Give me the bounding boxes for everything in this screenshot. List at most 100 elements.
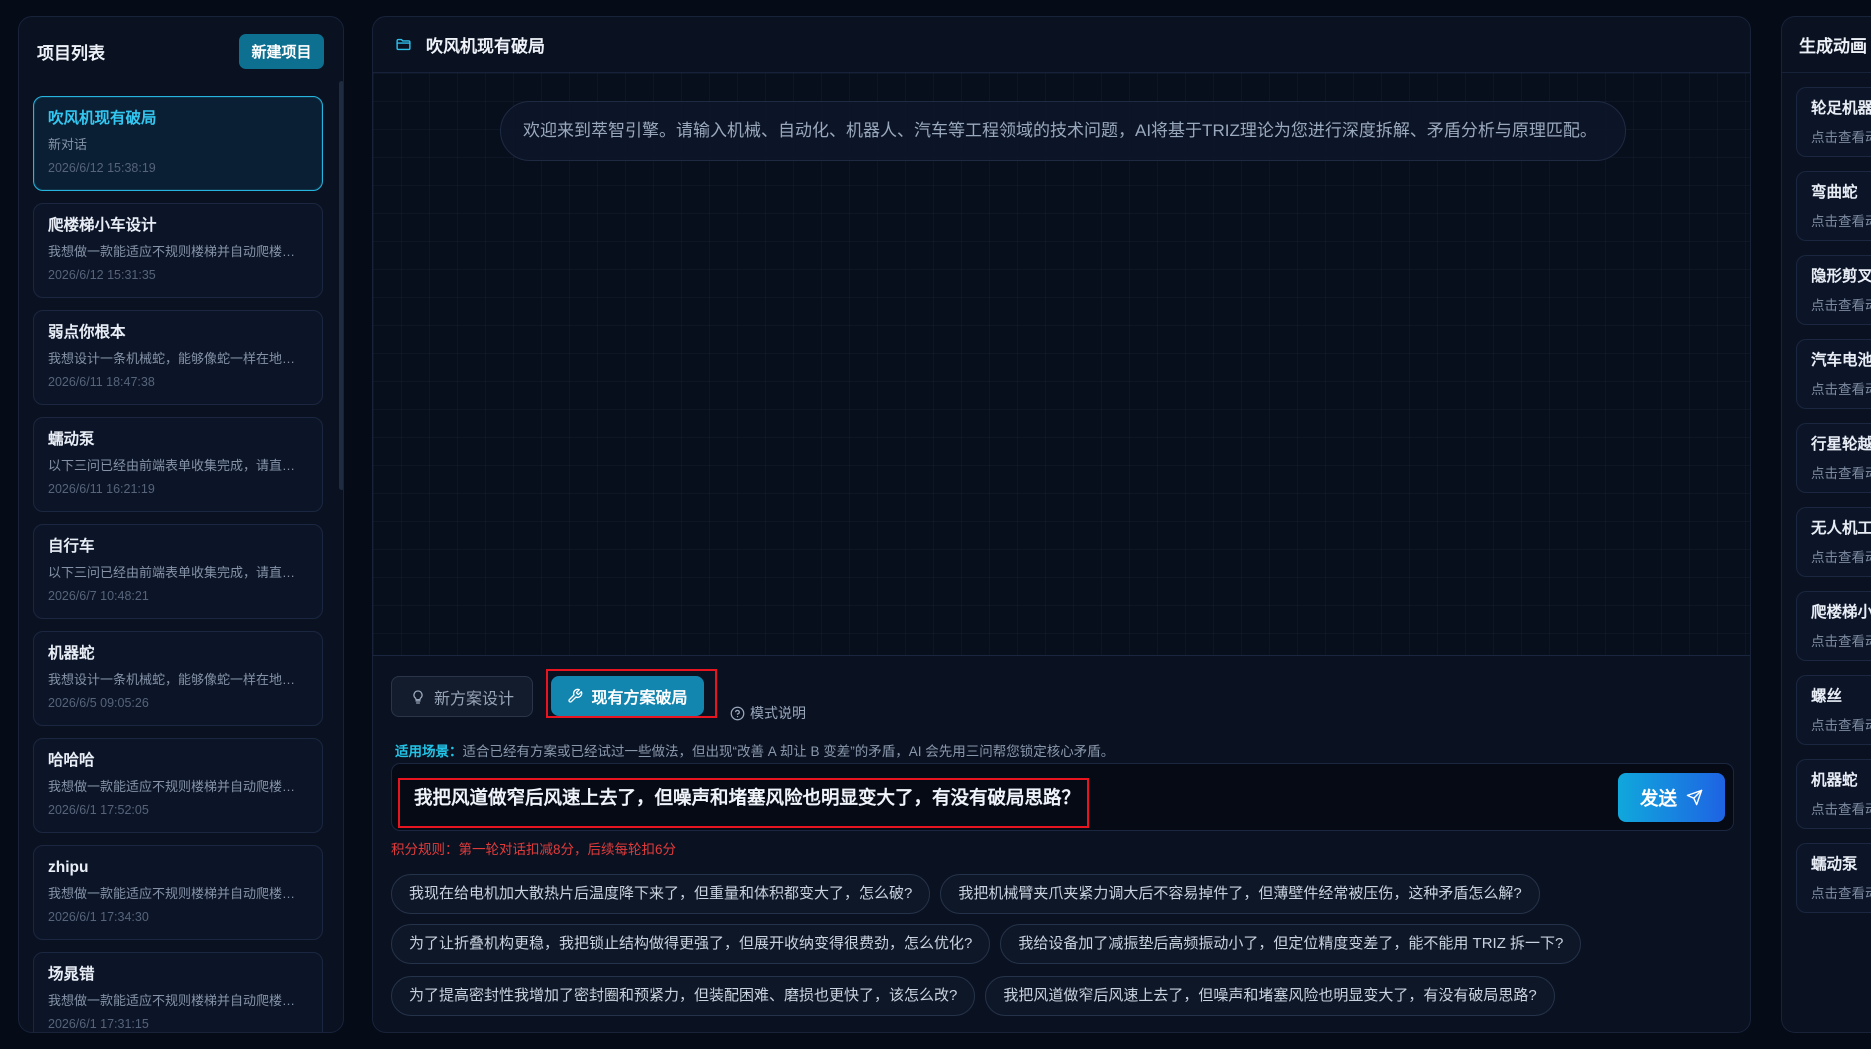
- project-title: zhipu: [48, 859, 89, 876]
- project-preview: 以下三问已经由前端表单收集完成，请直…: [48, 458, 296, 473]
- animation-item[interactable]: 螺丝点击查看动: [1796, 675, 1871, 745]
- scene-text: 适合已经有方案或已经试过一些做法，但出现“改善 A 却让 B 变差”的矛盾，AI…: [462, 744, 1115, 759]
- project-list-panel: 项目列表 新建项目 吹风机现有破局 新对话 2026/6/12 15:38:19…: [18, 16, 344, 1033]
- animation-item[interactable]: 机器蛇点击查看动: [1796, 759, 1871, 829]
- mode-help-link[interactable]: 模式说明: [730, 703, 806, 723]
- project-item[interactable]: 场晁错 我想做一款能适应不规则楼梯并自动爬楼… 2026/6/1 17:31:1…: [33, 952, 323, 1032]
- animation-hint: 点击查看动: [1811, 298, 1871, 313]
- project-item[interactable]: 吹风机现有破局 新对话 2026/6/12 15:38:19: [33, 96, 323, 191]
- conversation-panel: 吹风机现有破局 欢迎来到萃智引擎。请输入机械、自动化、机器人、汽车等工程领域的技…: [372, 16, 1751, 1033]
- message-input[interactable]: [414, 782, 1594, 812]
- project-preview: 我想做一款能适应不规则楼梯并自动爬楼…: [48, 993, 296, 1008]
- mode-label: 现有方案破局: [591, 690, 688, 707]
- send-label: 发送: [1639, 787, 1677, 809]
- animation-hint: 点击查看动: [1811, 634, 1871, 649]
- mode-label: 新方案设计: [433, 690, 514, 708]
- project-preview: 我想设计一条机械蛇，能够像蛇一样在地…: [48, 351, 296, 366]
- animation-hint: 点击查看动: [1811, 382, 1871, 397]
- project-title: 蠕动泵: [48, 431, 95, 448]
- animation-title: 汽车电池: [1811, 352, 1871, 369]
- animation-item[interactable]: 爬楼梯小点击查看动: [1796, 591, 1871, 661]
- chat-area[interactable]: 欢迎来到萃智引擎。请输入机械、自动化、机器人、汽车等工程领域的技术问题，AI将基…: [373, 73, 1750, 656]
- animation-item[interactable]: 无人机工点击查看动: [1796, 507, 1871, 577]
- animation-hint: 点击查看动: [1811, 718, 1871, 733]
- project-preview: 我想做一款能适应不规则楼梯并自动爬楼…: [48, 244, 296, 259]
- animation-hint: 点击查看动: [1811, 214, 1871, 229]
- animation-title: 弯曲蛇: [1811, 184, 1858, 201]
- scene-description: 适用场景：适合已经有方案或已经试过一些做法，但出现“改善 A 却让 B 变差”的…: [395, 743, 1114, 761]
- project-preview: 以下三问已经由前端表单收集完成，请直…: [48, 565, 296, 580]
- mode-existing-breakthrough-button[interactable]: 现有方案破局: [551, 676, 704, 716]
- folder-icon: [395, 36, 412, 53]
- animation-title: 蠕动泵: [1811, 856, 1858, 873]
- animation-item[interactable]: 轮足机器点击查看动: [1796, 87, 1871, 157]
- animations-title: 生成动画: [1782, 17, 1871, 73]
- suggestion-row: 为了提高密封性我增加了密封圈和预紧力，但装配困难、磨损也更快了，该怎么改? 我把…: [391, 976, 1555, 1016]
- project-title: 吹风机现有破局: [48, 110, 157, 127]
- project-title: 场晁错: [48, 966, 95, 983]
- animations-panel: 生成动画 轮足机器点击查看动 弯曲蛇点击查看动 隐形剪叉点击查看动 汽车电池点击…: [1781, 16, 1871, 1033]
- animation-item[interactable]: 汽车电池点击查看动: [1796, 339, 1871, 409]
- project-title: 自行车: [48, 538, 95, 555]
- project-date: 2026/6/7 10:48:21: [48, 589, 149, 603]
- project-list: 吹风机现有破局 新对话 2026/6/12 15:38:19 爬楼梯小车设计 我…: [33, 96, 323, 1032]
- animation-item[interactable]: 行星轮越点击查看动: [1796, 423, 1871, 493]
- project-item[interactable]: 蠕动泵 以下三问已经由前端表单收集完成，请直… 2026/6/11 16:21:…: [33, 417, 323, 512]
- animation-title: 无人机工: [1811, 520, 1871, 537]
- send-button[interactable]: 发送: [1618, 773, 1725, 822]
- animation-hint: 点击查看动: [1811, 550, 1871, 565]
- question-circle-icon: [730, 706, 745, 721]
- project-item[interactable]: 弱点你根本 我想设计一条机械蛇，能够像蛇一样在地… 2026/6/11 18:4…: [33, 310, 323, 405]
- suggestion-row: 我现在给电机加大散热片后温度降下来了，但重量和体积都变大了，怎么破? 我把机械臂…: [391, 874, 1540, 914]
- project-item[interactable]: zhipu 我想做一款能适应不规则楼梯并自动爬楼… 2026/6/1 17:34…: [33, 845, 323, 940]
- animation-item[interactable]: 蠕动泵点击查看动: [1796, 843, 1871, 913]
- project-list-scrollbar[interactable]: [339, 81, 343, 490]
- project-date: 2026/6/12 15:38:19: [48, 161, 156, 175]
- welcome-message: 欢迎来到萃智引擎。请输入机械、自动化、机器人、汽车等工程领域的技术问题，AI将基…: [500, 101, 1626, 161]
- suggestion-chip[interactable]: 我把机械臂夹爪夹紧力调大后不容易掉件了，但薄壁件经常被压伤，这种矛盾怎么解?: [940, 874, 1540, 914]
- project-title: 弱点你根本: [48, 324, 126, 341]
- points-rule: 积分规则：第一轮对话扣减8分，后续每轮扣6分: [391, 842, 677, 857]
- animation-item[interactable]: 弯曲蛇点击查看动: [1796, 171, 1871, 241]
- conversation-title: 吹风机现有破局: [426, 37, 545, 56]
- mode-help-label: 模式说明: [750, 705, 806, 721]
- project-date: 2026/6/1 17:52:05: [48, 803, 149, 817]
- conversation-header: 吹风机现有破局: [373, 17, 1750, 73]
- project-date: 2026/6/1 17:34:30: [48, 910, 149, 924]
- project-date: 2026/6/11 16:21:19: [48, 482, 155, 496]
- project-preview: 我想做一款能适应不规则楼梯并自动爬楼…: [48, 779, 296, 794]
- scene-label: 适用场景：: [395, 744, 463, 759]
- animation-hint: 点击查看动: [1811, 886, 1871, 901]
- suggestion-chip[interactable]: 为了让折叠机构更稳，我把锁止结构做得更强了，但展开收纳变得很费劲，怎么优化?: [391, 924, 991, 964]
- project-date: 2026/6/11 18:47:38: [48, 375, 155, 389]
- suggestion-chip[interactable]: 我给设备加了减振垫后高频振动小了，但定位精度变差了，能不能用 TRIZ 拆一下?: [1000, 924, 1582, 964]
- project-date: 2026/6/12 15:31:35: [48, 268, 156, 282]
- project-item[interactable]: 自行车 以下三问已经由前端表单收集完成，请直… 2026/6/7 10:48:2…: [33, 524, 323, 619]
- project-date: 2026/6/1 17:31:15: [48, 1017, 149, 1031]
- project-preview: 我想做一款能适应不规则楼梯并自动爬楼…: [48, 886, 296, 901]
- project-item[interactable]: 哈哈哈 我想做一款能适应不规则楼梯并自动爬楼… 2026/6/1 17:52:0…: [33, 738, 323, 833]
- project-preview: 我想设计一条机械蛇，能够像蛇一样在地…: [48, 672, 296, 687]
- suggestion-row: 为了让折叠机构更稳，我把锁止结构做得更强了，但展开收纳变得很费劲，怎么优化? 我…: [391, 924, 1582, 964]
- animation-title: 轮足机器: [1811, 100, 1871, 117]
- new-project-button[interactable]: 新建项目: [239, 33, 324, 69]
- animation-title: 爬楼梯小: [1811, 604, 1871, 621]
- suggestion-chip[interactable]: 我现在给电机加大散热片后温度降下来了，但重量和体积都变大了，怎么破?: [391, 874, 931, 914]
- project-list-title: 项目列表: [37, 43, 105, 63]
- project-list-header: 项目列表 新建项目: [19, 17, 343, 85]
- project-title: 爬楼梯小车设计: [48, 217, 157, 234]
- project-preview: 新对话: [48, 137, 88, 152]
- mode-new-design-button[interactable]: 新方案设计: [391, 676, 533, 717]
- animation-title: 机器蛇: [1811, 772, 1858, 789]
- project-item[interactable]: 爬楼梯小车设计 我想做一款能适应不规则楼梯并自动爬楼… 2026/6/12 15…: [33, 203, 323, 298]
- animation-hint: 点击查看动: [1811, 466, 1871, 481]
- suggestion-chip[interactable]: 我把风道做窄后风速上去了，但噪声和堵塞风险也明显变大了，有没有破局思路?: [985, 976, 1555, 1016]
- animation-hint: 点击查看动: [1811, 802, 1871, 817]
- project-title: 哈哈哈: [48, 752, 95, 769]
- animation-hint: 点击查看动: [1811, 130, 1871, 145]
- suggestion-chip[interactable]: 为了提高密封性我增加了密封圈和预紧力，但装配困难、磨损也更快了，该怎么改?: [391, 976, 976, 1016]
- animation-title: 螺丝: [1811, 688, 1843, 705]
- project-item[interactable]: 机器蛇 我想设计一条机械蛇，能够像蛇一样在地… 2026/6/5 09:05:2…: [33, 631, 323, 726]
- animation-item[interactable]: 隐形剪叉点击查看动: [1796, 255, 1871, 325]
- animation-title: 隐形剪叉: [1811, 268, 1871, 285]
